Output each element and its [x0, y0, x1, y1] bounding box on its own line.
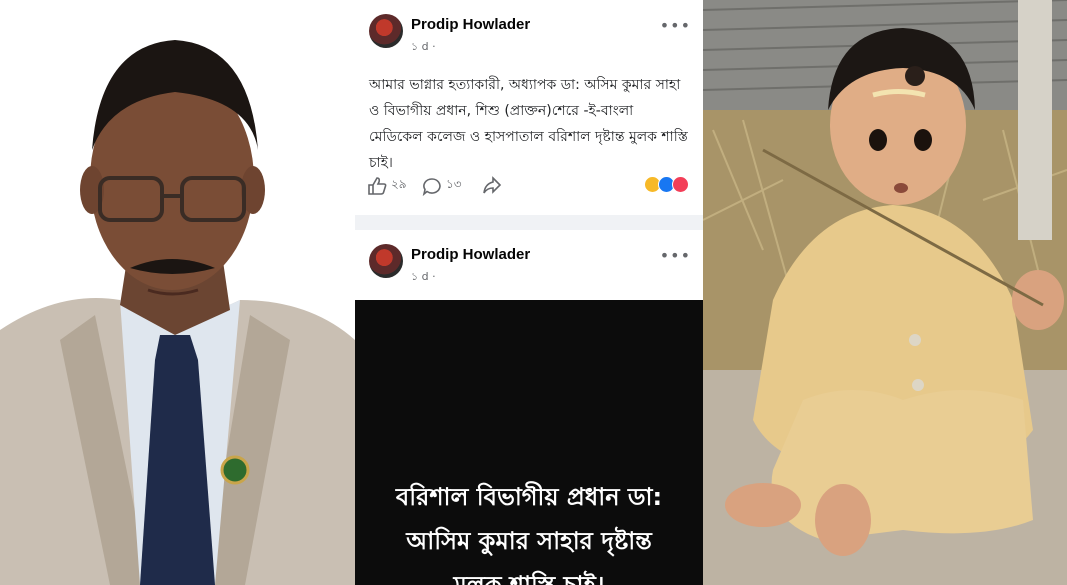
facebook-feed: Prodip Howlader ১ d · ••• আমার ভাগ্নার হ… — [355, 0, 703, 585]
more-options-icon[interactable]: ••• — [660, 16, 691, 35]
like-button[interactable]: ২৯ — [367, 176, 407, 196]
post-text: আমার ভাগ্নার হত্যাকারী, অধ্যাপক ডা: অসিম… — [369, 77, 688, 171]
thumbs-up-icon — [368, 177, 387, 195]
more-options-icon[interactable]: ••• — [660, 246, 691, 265]
post-card: Prodip Howlader ১ d · ••• আমার ভাগ্নার হ… — [355, 0, 703, 215]
post-header: Prodip Howlader ১ d · ••• — [369, 12, 693, 60]
share-button[interactable] — [482, 176, 502, 195]
child-photo — [703, 0, 1067, 585]
comment-count: ১৩ — [446, 177, 462, 191]
post-time[interactable]: ১ d · — [411, 38, 436, 57]
post-header: Prodip Howlader ১ d · ••• — [369, 242, 693, 290]
love-reaction-icon — [672, 176, 689, 193]
post-actions: ২৯ ১৩ — [367, 172, 693, 202]
text-banner: বরিশাল বিভাগীয় প্রধান ডা: আসিম কুমার সা… — [355, 300, 703, 585]
portrait-photo — [0, 0, 355, 585]
banner-line: বরিশাল বিভাগীয় প্রধান ডা: — [395, 483, 663, 511]
author-name[interactable]: Prodip Howlader — [411, 246, 530, 263]
avatar[interactable] — [369, 14, 403, 48]
man-portrait-illustration — [0, 0, 355, 585]
child-illustration — [703, 0, 1067, 585]
author-name[interactable]: Prodip Howlader — [411, 16, 530, 33]
banner-line: মুলক শাস্তি চাই। — [453, 571, 605, 585]
banner-text: বরিশাল বিভাগীয় প্রধান ডা: আসিম কুমার সা… — [355, 475, 703, 585]
reaction-summary[interactable] — [644, 176, 689, 193]
comment-icon — [422, 177, 441, 196]
banner-line: আসিম কুমার সাহার দৃষ্টান্ত — [406, 527, 652, 555]
post-time[interactable]: ১ d · — [411, 268, 436, 287]
comment-button[interactable]: ১৩ — [422, 176, 462, 196]
post-card: Prodip Howlader ১ d · ••• বরিশাল বিভাগীয… — [355, 230, 703, 585]
share-icon — [483, 176, 502, 194]
avatar[interactable] — [369, 244, 403, 278]
like-count: ২৯ — [391, 177, 407, 191]
